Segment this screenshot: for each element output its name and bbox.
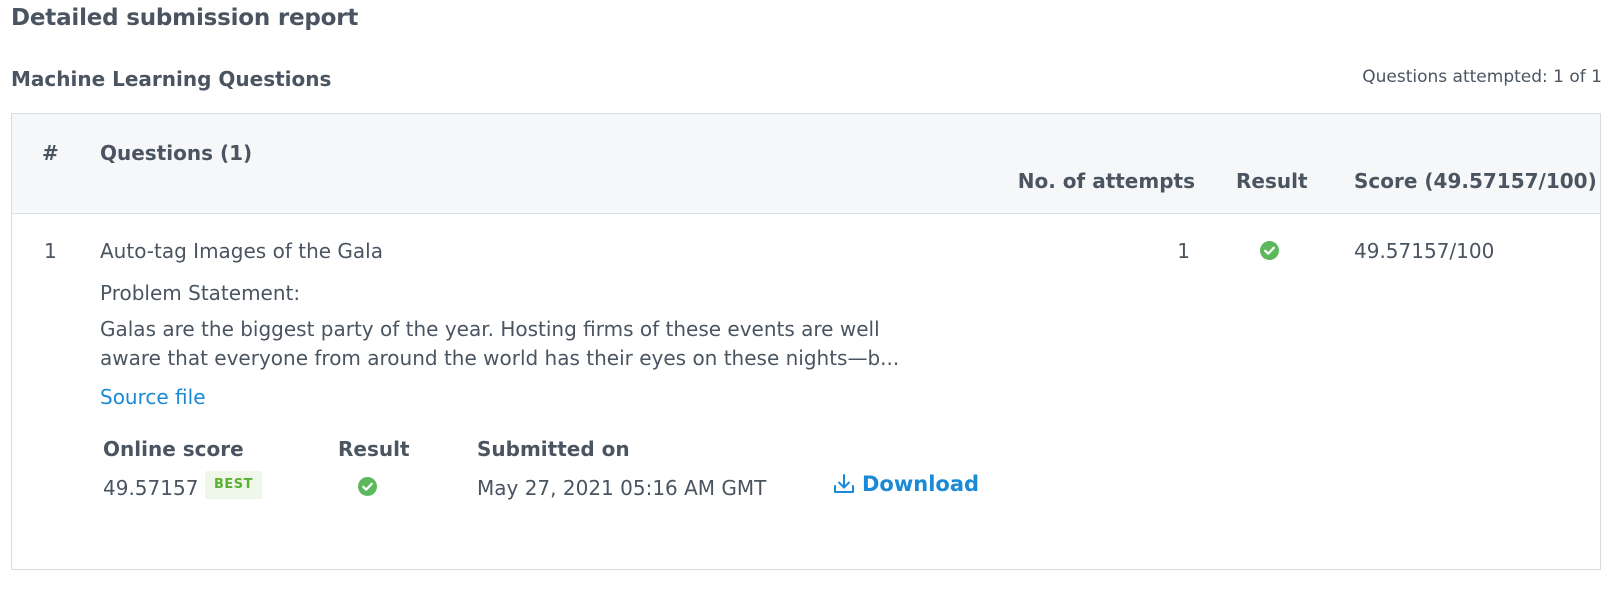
table-header: # Questions (1) No. of attempts Result S… (12, 114, 1600, 214)
question-score: 49.57157/100 (1354, 239, 1495, 263)
questions-attempted-label: Questions attempted: 1 of 1 (1362, 67, 1602, 87)
column-header-score: Score (49.57157/100) (1354, 169, 1597, 193)
download-label: Download (862, 472, 980, 496)
submission-table: # Questions (1) No. of attempts Result S… (11, 113, 1601, 570)
column-header-attempts: No. of attempts (1017, 169, 1195, 193)
problem-statement-text: Galas are the biggest party of the year.… (100, 317, 900, 370)
download-button[interactable]: Download (832, 472, 979, 496)
best-badge: BEST (205, 471, 262, 499)
online-score-header: Online score (103, 437, 244, 461)
online-score-value: 49.57157 (103, 476, 199, 500)
column-header-result: Result (1236, 169, 1308, 193)
question-title: Auto-tag Images of the Gala (100, 239, 383, 263)
page-title: Detailed submission report (11, 5, 359, 31)
problem-statement-label: Problem Statement: (100, 281, 301, 305)
column-header-questions: Questions (1) (100, 141, 253, 165)
submitted-on-value: May 27, 2021 05:16 AM GMT (477, 476, 767, 500)
submitted-on-header: Submitted on (477, 437, 630, 461)
submission-result-header: Result (338, 437, 410, 461)
download-icon (832, 472, 856, 496)
column-header-index: # (42, 141, 59, 165)
check-circle-icon (1260, 241, 1279, 264)
source-file-link[interactable]: Source file (100, 385, 206, 409)
row-index: 1 (44, 239, 57, 263)
check-circle-icon (358, 477, 377, 500)
attempts-count: 1 (1177, 239, 1190, 263)
section-title: Machine Learning Questions (11, 67, 332, 91)
